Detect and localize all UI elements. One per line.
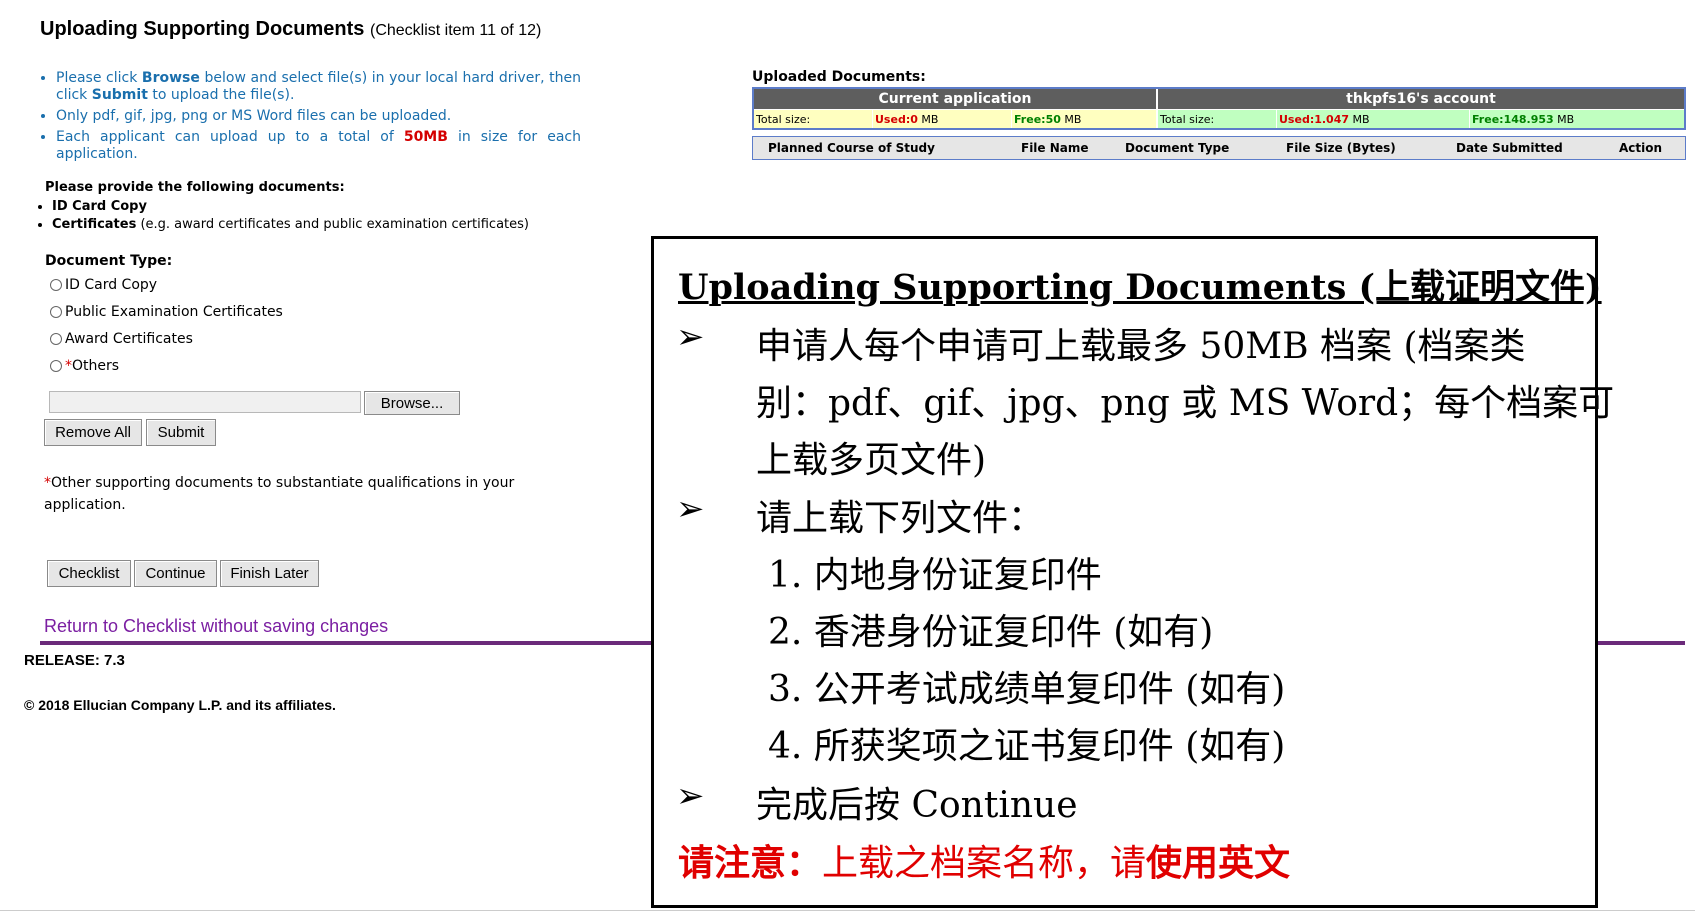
page-title-text: Uploading Supporting Documents [40,18,365,40]
copyright: © 2018 Ellucian Company L.P. and its aff… [24,697,336,713]
unit: MB [1352,112,1370,126]
overlay-list-item: 2. 香港身份证复印件 (如有) [768,612,1214,653]
free-label: Free: [1014,112,1046,126]
required-doc-label: Certificates [52,217,137,232]
continue-button[interactable]: Continue [134,560,217,587]
others-note: *Other supporting documents to substanti… [44,472,524,516]
current-used: Used: 0 MB [873,110,1011,128]
required-doc-item: Certificates (e.g. award certificates an… [52,216,529,234]
column-header: Action [1619,141,1663,155]
required-docs-title: Please provide the following documents: [45,180,345,195]
documents-table-header: Planned Course of Study File Name Docume… [752,136,1686,160]
radio-label: ID Card Copy [65,277,158,293]
required-star: * [65,358,72,374]
arrow-bullet-icon: ➢ [676,317,705,357]
instruction-size-limit: 50MB [403,129,448,145]
warning-label: 请注意： [678,842,823,884]
instruction-overlay: Uploading Supporting Documents (上载证明文件) … [651,236,1614,908]
note-text: Other supporting documents to substantia… [44,475,515,513]
overlay-list-item: 3. 公开考试成绩单复印件 (如有) [768,669,1286,710]
used-label: Used: [875,112,911,126]
current-free: Free: 50 MB [1012,110,1156,128]
page-subtitle: (Checklist item 11 of 12) [370,22,542,39]
radio-others[interactable]: * Others [50,358,119,374]
column-header: Date Submitted [1456,141,1563,155]
column-header: File Size (Bytes) [1286,141,1396,155]
submit-button[interactable]: Submit [146,419,216,446]
overlay-bullet1-line3: 上载多页文件) [756,440,987,481]
overlay-bullet3: 完成后按 Continue [756,785,1078,826]
required-star: * [44,475,51,491]
remove-all-button[interactable]: Remove All [44,419,142,446]
radio-button[interactable] [50,333,62,345]
radio-label: Public Examination Certificates [65,304,283,320]
column-header: Document Type [1125,141,1230,155]
account-header: thkpfs16's account [1158,89,1684,109]
overlay-bullet2: 请上载下列文件： [756,498,1045,539]
file-path-input[interactable] [49,391,361,413]
overlay-title: Uploading Supporting Documents (上载证明文件) [678,267,1602,308]
return-to-checklist-link[interactable]: Return to Checklist without saving chang… [44,616,388,637]
instruction-item: Only pdf, gif, jpg, png or MS Word files… [56,108,581,125]
warning-text: 上载之档案名称，请 [822,843,1147,884]
warning-emphasis: 使用英文 [1146,842,1291,884]
uploaded-documents-title: Uploaded Documents: [752,69,926,85]
unit: MB [1064,112,1082,126]
radio-label: Others [72,358,120,374]
instructions-list: Please click Browse below and select fil… [30,70,581,167]
instruction-item: Please click Browse below and select fil… [56,70,581,104]
browse-button[interactable]: Browse... [364,391,460,415]
required-doc-label: ID Card Copy [52,199,147,214]
unit: MB [921,112,939,126]
account-used: Used: 1.047 MB [1277,110,1469,128]
used-value: 0 [910,112,918,126]
total-size-label: Total size: [1160,112,1215,126]
overlay-list-item: 1. 内地身份证复印件 [768,555,1102,596]
arrow-bullet-icon: ➢ [676,776,705,816]
instruction-browse-keyword: Browse [141,70,200,86]
unit: MB [1557,112,1575,126]
release-label: RELEASE: 7.3 [24,652,125,669]
free-label: Free: [1472,112,1504,126]
checklist-button[interactable]: Checklist [47,560,131,587]
storage-usage-table: Current application thkpfs16's account T… [752,87,1686,130]
used-value: 1.047 [1314,112,1350,126]
required-doc-item: ID Card Copy [52,198,529,216]
account-total-size: Total size: [1158,110,1276,128]
document-type-label: Document Type: [45,253,173,269]
arrow-bullet-icon: ➢ [676,489,705,529]
instruction-submit-keyword: Submit [91,87,148,103]
instruction-text: Each applicant can upload up to a total … [56,129,404,145]
instruction-text: to upload the file(s). [147,87,295,103]
used-label: Used: [1279,112,1315,126]
overlay-warning: 请注意：上载之档案名称，请使用英文 [678,834,1290,886]
required-docs-list: ID Card Copy Certificates (e.g. award ce… [30,198,529,234]
current-application-header: Current application [754,89,1156,109]
free-value: 148.953 [1503,112,1554,126]
radio-button[interactable] [50,279,62,291]
instruction-text: Only pdf, gif, jpg, png or MS Word files… [56,108,452,124]
column-header: Planned Course of Study [768,141,935,155]
instruction-item: Each applicant can upload up to a total … [56,129,581,163]
overlay-bullet1-line2: 别：pdf、gif、jpg、png 或 MS Word；每个档案可 [756,383,1615,424]
radio-button[interactable] [50,360,62,372]
overlay-list-item: 4. 所获奖项之证书复印件 (如有) [768,726,1286,767]
total-size-label: Total size: [756,112,811,126]
page-title: Uploading Supporting Documents (Checklis… [40,18,541,41]
finish-later-button[interactable]: Finish Later [220,560,319,587]
account-free: Free: 148.953 MB [1470,110,1684,128]
radio-award-certificates[interactable]: Award Certificates [50,331,193,347]
radio-button[interactable] [50,306,62,318]
column-header: File Name [1021,141,1089,155]
page-bottom-border [0,910,1695,911]
required-doc-desc: (e.g. award certificates and public exam… [136,217,529,232]
current-total-size: Total size: [754,110,872,128]
radio-public-exam-certificates[interactable]: Public Examination Certificates [50,304,283,320]
instruction-text: Please click [56,70,142,86]
free-value: 50 [1045,112,1061,126]
radio-label: Award Certificates [65,331,193,347]
radio-id-card-copy[interactable]: ID Card Copy [50,277,157,293]
overlay-bullet1-line1: 申请人每个申请可上载最多 50MB 档案 (档案类 [756,326,1526,367]
